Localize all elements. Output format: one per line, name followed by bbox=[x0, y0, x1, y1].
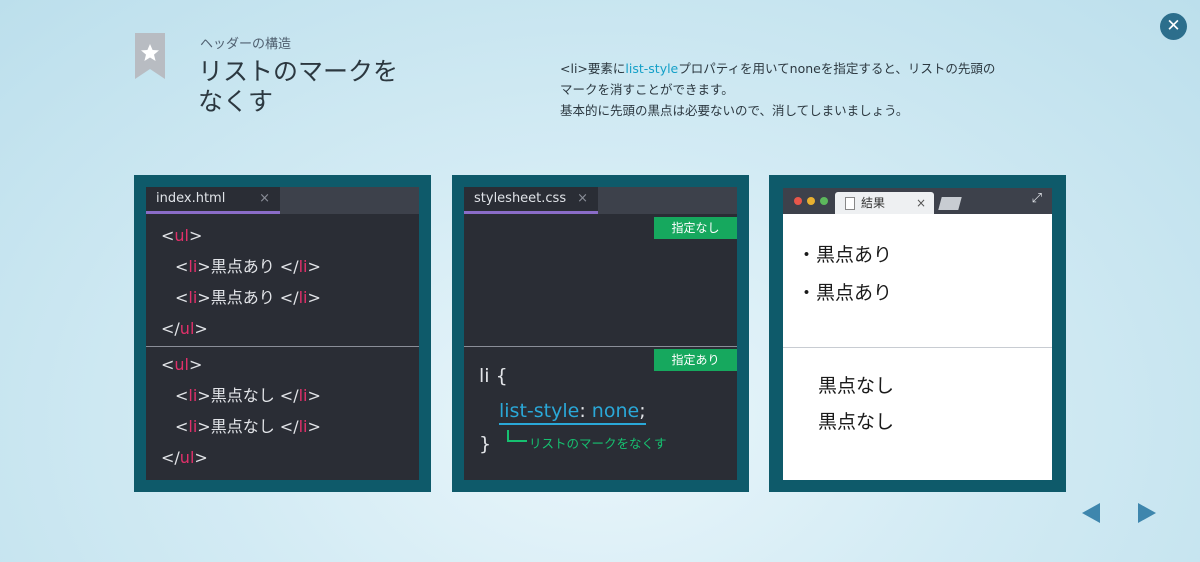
tab-result[interactable]: 結果 × bbox=[835, 192, 934, 214]
prev-arrow-icon[interactable] bbox=[1082, 503, 1100, 523]
close-icon[interactable]: ✕ bbox=[1160, 13, 1187, 40]
badge-specified: 指定あり bbox=[654, 349, 737, 371]
document-icon bbox=[845, 197, 855, 210]
tab-close-icon[interactable]: × bbox=[916, 192, 926, 214]
expand-icon[interactable]: ⤢ bbox=[1032, 191, 1042, 206]
result-item-with: ・黒点あり bbox=[797, 244, 893, 266]
badge-not-specified: 指定なし bbox=[654, 217, 737, 239]
annotation-text: リストのマークをなくす bbox=[529, 436, 667, 451]
code-block-without: <ul> <li>黒点なし </li> <li>黒点なし </li> </ul> bbox=[161, 355, 321, 467]
css-close-brace: } bbox=[479, 433, 492, 455]
result-browser-panel: 結果 × ⤢ ・黒点あり ・黒点あり 黒点なし 黒点なし bbox=[769, 175, 1066, 492]
html-editor-panel: index.html × <ul> <li>黒点あり </li> <li>黒点あ… bbox=[134, 175, 431, 492]
code-divider bbox=[146, 346, 419, 347]
css-selector: li { bbox=[479, 365, 508, 387]
annotation-line bbox=[507, 430, 527, 442]
tab-index-html[interactable]: index.html × bbox=[146, 187, 280, 214]
new-tab-button[interactable] bbox=[938, 197, 962, 210]
bookmark-star-icon bbox=[135, 33, 165, 79]
result-item-with: ・黒点あり bbox=[797, 282, 893, 304]
result-item-without: 黒点なし bbox=[818, 411, 895, 433]
result-item-without: 黒点なし bbox=[818, 375, 895, 397]
description: <li>要素にlist-styleプロパティを用いてnoneを指定すると、リスト… bbox=[560, 61, 996, 118]
css-editor-panel: stylesheet.css × 指定なし 指定あり li { list-sty… bbox=[452, 175, 749, 492]
page-title: リストのマークを なくす bbox=[198, 57, 399, 116]
window-maximize-dot[interactable] bbox=[820, 197, 828, 205]
section-subtitle: ヘッダーの構造 bbox=[200, 37, 292, 52]
next-arrow-icon[interactable] bbox=[1138, 503, 1156, 523]
highlight-list-style: list-style bbox=[625, 61, 679, 76]
css-declaration: list-style: none; bbox=[499, 400, 646, 425]
code-divider bbox=[464, 346, 737, 347]
code-block-with: <ul> <li>黒点あり </li> <li>黒点あり </li> </ul> bbox=[161, 226, 321, 338]
tab-close-icon[interactable]: × bbox=[259, 187, 270, 211]
result-divider bbox=[783, 347, 1052, 348]
tab-close-icon[interactable]: × bbox=[577, 187, 588, 211]
window-minimize-dot[interactable] bbox=[807, 197, 815, 205]
tab-stylesheet-css[interactable]: stylesheet.css × bbox=[464, 187, 598, 214]
window-close-dot[interactable] bbox=[794, 197, 802, 205]
